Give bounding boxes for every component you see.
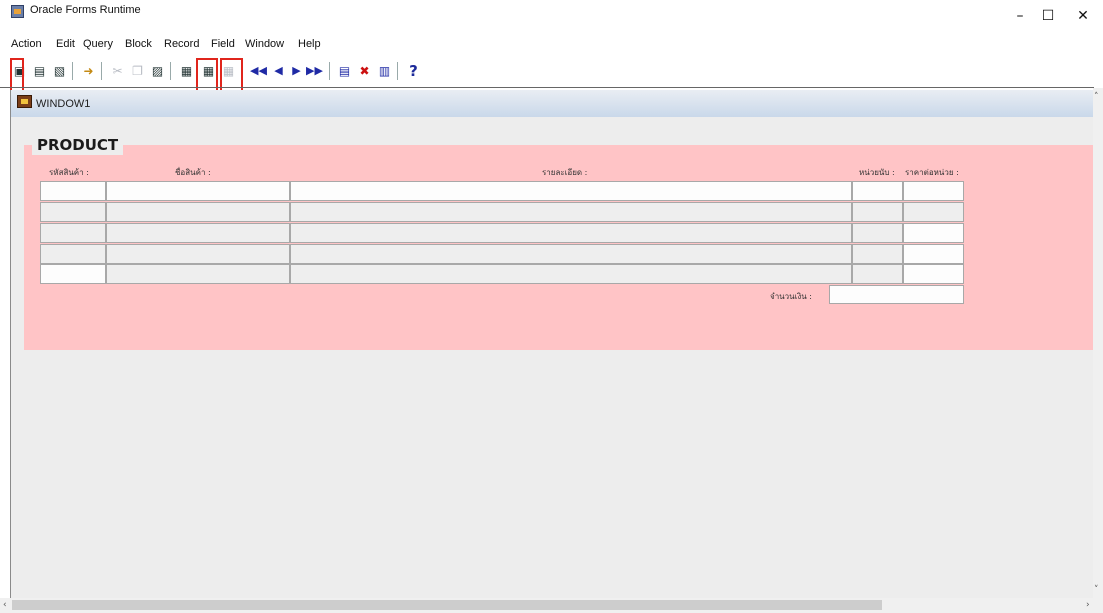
product-name-field[interactable] <box>106 202 290 222</box>
unit-price-field[interactable] <box>903 244 964 264</box>
product-name-field[interactable] <box>106 223 290 243</box>
total-amount-label: จำนวนเงิน : <box>770 292 812 301</box>
unit-field[interactable] <box>852 264 903 284</box>
menu-field[interactable]: Field <box>211 38 235 50</box>
menu-help[interactable]: Help <box>298 38 321 50</box>
help-icon[interactable]: ? <box>405 62 422 80</box>
menu-record[interactable]: Record <box>164 38 199 50</box>
menu-action[interactable]: Action <box>11 38 42 50</box>
unit-field[interactable] <box>852 223 903 243</box>
description-field[interactable] <box>290 264 852 284</box>
unit-price-field[interactable] <box>903 181 964 201</box>
close-button[interactable]: ✕ <box>1063 2 1103 30</box>
scroll-left-arrow-icon[interactable]: ‹ <box>3 600 7 610</box>
column-header-product-code: รหัสสินค้า : <box>49 168 89 177</box>
child-window-titlebar <box>10 90 1093 118</box>
column-header-unit-price: ราคาต่อหน่วย : <box>905 168 959 177</box>
toolbar-separator <box>397 62 398 80</box>
scroll-right-arrow-icon[interactable]: › <box>1086 600 1090 610</box>
first-record-icon[interactable]: ◀◀ <box>250 62 267 80</box>
toolbar-separator <box>329 62 330 80</box>
next-record-icon[interactable]: ▶ <box>288 62 305 80</box>
last-record-icon[interactable]: ▶▶ <box>306 62 323 80</box>
column-header-unit: หน่วยนับ : <box>859 168 895 177</box>
window-title: Oracle Forms Runtime <box>30 4 141 16</box>
toolbar-separator <box>72 62 73 80</box>
product-name-field[interactable] <box>106 181 290 201</box>
unit-price-field[interactable] <box>903 202 964 222</box>
lock-record-icon[interactable]: ▥ <box>376 62 393 80</box>
menu-query[interactable]: Query <box>83 38 113 50</box>
enter-query-icon[interactable]: ▦ <box>178 62 195 80</box>
delete-record-icon[interactable]: ✖ <box>356 62 373 80</box>
insert-record-icon[interactable]: ▤ <box>336 62 353 80</box>
maximize-button[interactable]: ☐ <box>1028 2 1068 30</box>
oracle-forms-app-icon <box>11 5 24 18</box>
product-code-field[interactable] <box>40 181 106 201</box>
scroll-up-arrow-icon[interactable]: ˄ <box>1094 92 1099 102</box>
mdi-frame-top <box>0 87 1094 88</box>
unit-field[interactable] <box>852 181 903 201</box>
menu-window[interactable]: Window <box>245 38 284 50</box>
window-icon <box>17 95 32 108</box>
product-code-field[interactable] <box>40 223 106 243</box>
total-amount-field[interactable] <box>829 285 964 304</box>
unit-field[interactable] <box>852 244 903 264</box>
unit-field[interactable] <box>852 202 903 222</box>
clear-icon[interactable]: ▧ <box>51 62 68 80</box>
product-frame-title: PRODUCT <box>32 135 124 155</box>
horizontal-scroll-thumb[interactable] <box>12 600 882 610</box>
toolbar: ▣ ▤ ▧ ➜ ✂ ❐ ▨ ▦ ▦ ▦ ◀◀ ◀ ▶ ▶▶ ▤ ✖ ▥ ? <box>0 58 1103 86</box>
product-code-field[interactable] <box>40 244 106 264</box>
menu-edit[interactable]: Edit <box>56 38 75 50</box>
toolbar-separator <box>170 62 171 80</box>
column-header-product-name: ชื่อสินค้า : <box>175 168 211 177</box>
previous-record-icon[interactable]: ◀ <box>270 62 287 80</box>
print-icon[interactable]: ▤ <box>31 62 48 80</box>
vertical-scrollbar[interactable] <box>1093 88 1103 598</box>
title-bar <box>0 0 1103 32</box>
description-field[interactable] <box>290 223 852 243</box>
menu-block[interactable]: Block <box>125 38 152 50</box>
product-code-field[interactable] <box>40 264 106 284</box>
column-header-description: รายละเอียด : <box>542 168 588 177</box>
child-window-title: WINDOW1 <box>36 98 91 110</box>
product-name-field[interactable] <box>106 244 290 264</box>
product-code-field[interactable] <box>40 202 106 222</box>
description-field[interactable] <box>290 181 852 201</box>
product-name-field[interactable] <box>106 264 290 284</box>
description-field[interactable] <box>290 244 852 264</box>
unit-price-field[interactable] <box>903 223 964 243</box>
unit-price-field[interactable] <box>903 264 964 284</box>
cut-icon[interactable]: ✂ <box>109 62 126 80</box>
scroll-down-arrow-icon[interactable]: ˅ <box>1094 585 1099 595</box>
copy-icon[interactable]: ❐ <box>129 62 146 80</box>
toolbar-separator <box>101 62 102 80</box>
description-field[interactable] <box>290 202 852 222</box>
paste-icon[interactable]: ▨ <box>149 62 166 80</box>
exit-icon[interactable]: ➜ <box>80 62 97 80</box>
